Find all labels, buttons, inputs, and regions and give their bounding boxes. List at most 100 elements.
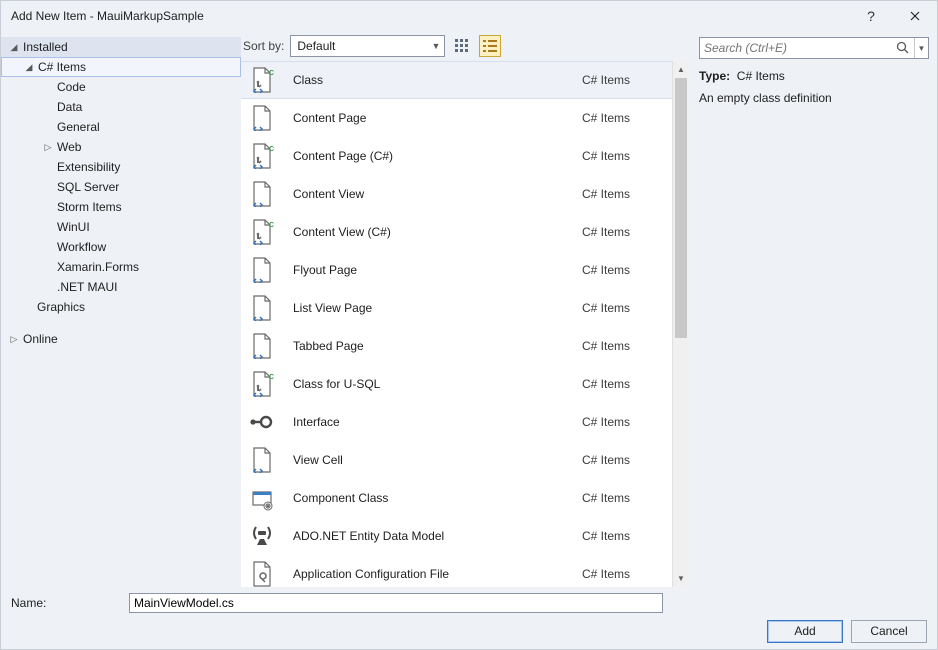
content-area: ◢ Installed ◢ C# Items CodeDataGeneral▷W… [1, 31, 937, 587]
template-icon [241, 295, 283, 321]
tree-label: General [55, 120, 100, 134]
tree-item[interactable]: ▷Web [1, 137, 241, 157]
add-button[interactable]: Add [767, 620, 843, 643]
tree-graphics[interactable]: Graphics [1, 297, 241, 317]
template-icon [241, 561, 283, 587]
filename-row: Name: [11, 591, 927, 615]
svg-text:C#: C# [269, 222, 274, 229]
grid-icon [455, 39, 469, 53]
template-category: C# Items [582, 491, 672, 505]
tree-label: Web [55, 140, 81, 154]
description: An empty class definition [699, 91, 929, 105]
template-row[interactable]: Content PageC# Items [241, 99, 672, 137]
template-row[interactable]: Application Configuration FileC# Items [241, 555, 672, 587]
chevron-right-icon: ▷ [41, 142, 55, 153]
template-category: C# Items [582, 111, 672, 125]
scroll-up-icon[interactable]: ▲ [673, 61, 689, 78]
svg-text:C#: C# [269, 374, 274, 381]
template-row[interactable]: Flyout PageC# Items [241, 251, 672, 289]
title-bar: Add New Item - MauiMarkupSample ? [1, 1, 937, 31]
template-list[interactable]: C#ClassC# ItemsContent PageC# ItemsC#Con… [241, 61, 672, 587]
search-input[interactable] [700, 41, 890, 55]
template-icon [241, 105, 283, 131]
tree-label: .NET MAUI [55, 280, 117, 294]
scroll-thumb[interactable] [675, 78, 687, 338]
search-box[interactable]: ▼ [699, 37, 929, 59]
template-name: Content Page [283, 111, 582, 125]
template-row[interactable]: C#Class for U-SQLC# Items [241, 365, 672, 403]
template-icon [241, 409, 283, 435]
tree-item[interactable]: General [1, 117, 241, 137]
tree-installed[interactable]: ◢ Installed [1, 37, 241, 57]
close-icon [910, 11, 920, 21]
template-row[interactable]: Content ViewC# Items [241, 175, 672, 213]
template-icon: C# [241, 67, 283, 93]
tree-item[interactable]: SQL Server [1, 177, 241, 197]
tree-item[interactable]: Data [1, 97, 241, 117]
template-icon [241, 485, 283, 511]
tree-csharp-items[interactable]: ◢ C# Items [1, 57, 241, 77]
list-icon [483, 39, 497, 53]
button-row: Add Cancel [11, 615, 927, 643]
filename-input[interactable] [129, 593, 663, 613]
search-dropdown[interactable]: ▼ [914, 38, 928, 58]
svg-text:C#: C# [269, 70, 274, 77]
template-icon: C# [241, 219, 283, 245]
template-name: ADO.NET Entity Data Model [283, 529, 582, 543]
tree-item[interactable]: Workflow [1, 237, 241, 257]
cancel-button[interactable]: Cancel [851, 620, 927, 643]
help-button[interactable]: ? [849, 1, 893, 31]
chevron-right-icon: ▷ [7, 334, 21, 345]
tree-label: Storm Items [55, 200, 122, 214]
template-name: Class [283, 73, 582, 87]
window-title: Add New Item - MauiMarkupSample [11, 9, 849, 23]
template-row[interactable]: C#ClassC# Items [241, 61, 672, 99]
chevron-down-icon: ◢ [7, 42, 21, 53]
tree-item[interactable]: Code [1, 77, 241, 97]
template-name: Content View (C#) [283, 225, 582, 239]
tree-item[interactable]: Storm Items [1, 197, 241, 217]
tree-online[interactable]: ▷ Online [1, 329, 241, 349]
template-name: Interface [283, 415, 582, 429]
tree-item[interactable]: .NET MAUI [1, 277, 241, 297]
close-button[interactable] [893, 1, 937, 31]
search-icon[interactable] [890, 41, 914, 55]
sort-dropdown[interactable]: Default ▼ [290, 35, 445, 57]
template-category: C# Items [582, 187, 672, 201]
tree-item[interactable]: Extensibility [1, 157, 241, 177]
template-row[interactable]: ADO.NET Entity Data ModelC# Items [241, 517, 672, 555]
tree-label: SQL Server [55, 180, 119, 194]
dialog-window: Add New Item - MauiMarkupSample ? ◢ Inst… [0, 0, 938, 650]
template-name: Class for U-SQL [283, 377, 582, 391]
details-panel: ▼ Type: C# Items An empty class definiti… [689, 31, 937, 587]
tree-label: Xamarin.Forms [55, 260, 139, 274]
template-row[interactable]: C#Content View (C#)C# Items [241, 213, 672, 251]
template-category: C# Items [582, 529, 672, 543]
footer: Name: Add Cancel [1, 587, 937, 649]
sort-value: Default [297, 39, 335, 53]
tree-item[interactable]: WinUI [1, 217, 241, 237]
template-row[interactable]: View CellC# Items [241, 441, 672, 479]
template-icon: C# [241, 143, 283, 169]
template-row[interactable]: Component ClassC# Items [241, 479, 672, 517]
tree-label: Installed [21, 40, 68, 54]
tree-label: Workflow [55, 240, 106, 254]
scroll-down-icon[interactable]: ▼ [673, 570, 689, 587]
template-category: C# Items [582, 149, 672, 163]
view-mode-details[interactable] [479, 35, 501, 57]
view-mode-medium-icons[interactable] [451, 35, 473, 57]
scrollbar[interactable]: ▲ ▼ [672, 61, 689, 587]
template-category: C# Items [582, 301, 672, 315]
template-category: C# Items [582, 263, 672, 277]
template-icon [241, 447, 283, 473]
tree-label: Online [21, 332, 58, 346]
template-icon: C# [241, 371, 283, 397]
filename-label: Name: [11, 596, 129, 610]
template-name: Flyout Page [283, 263, 582, 277]
type-label: Type: [699, 69, 730, 83]
tree-item[interactable]: Xamarin.Forms [1, 257, 241, 277]
template-row[interactable]: InterfaceC# Items [241, 403, 672, 441]
template-row[interactable]: List View PageC# Items [241, 289, 672, 327]
template-row[interactable]: C#Content Page (C#)C# Items [241, 137, 672, 175]
template-row[interactable]: Tabbed PageC# Items [241, 327, 672, 365]
